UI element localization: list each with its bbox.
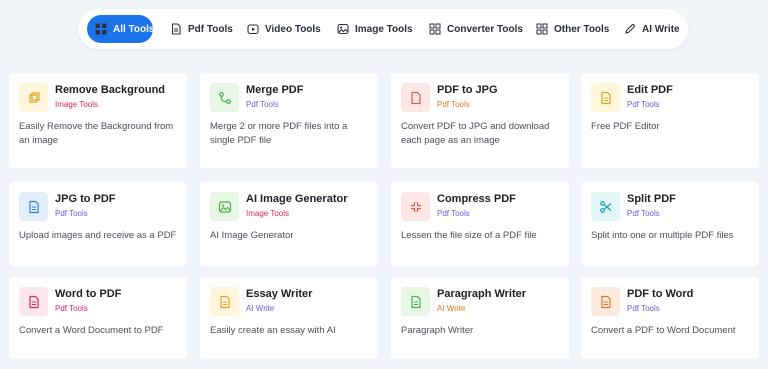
card-category: Pdf Tools [437, 209, 470, 218]
tool-card-compress-pdf[interactable]: Compress PDF Pdf Tools Lessen the file s… [391, 182, 569, 266]
card-title: Compress PDF [437, 193, 516, 205]
document-icon [210, 287, 239, 316]
crop-icon [19, 83, 48, 112]
card-description: Easily create an essay with AI [210, 325, 336, 336]
tool-card-paragraph-writer[interactable]: Paragraph Writer AI Write Paragraph Writ… [391, 277, 569, 359]
tool-card-essay-writer[interactable]: Essay Writer AI Write Easily create an e… [200, 277, 378, 359]
card-title: Paragraph Writer [437, 288, 527, 300]
card-title: PDF to Word [627, 288, 694, 300]
card-description: Lessen the file size of a PDF file [401, 230, 537, 241]
card-description: Paragraph Writer [401, 325, 474, 336]
tool-card-ai-image-generator[interactable]: AI Image Generator Image Tools AI Image … [200, 182, 378, 266]
card-title: Remove Background [55, 84, 166, 96]
card-description: AI Image Generator [210, 230, 294, 241]
tool-card-jpg-to-pdf[interactable]: JPG to PDF Pdf Tools Upload images and r… [9, 182, 187, 266]
card-title: Essay Writer [246, 288, 313, 300]
scissors-icon [591, 192, 620, 221]
document-icon [591, 287, 620, 316]
card-category: Pdf Tools [55, 209, 88, 218]
tab-pdf-tools[interactable]: Pdf Tools [170, 15, 233, 43]
card-description: Easily Remove the Background from an ima… [19, 121, 174, 146]
card-title: Merge PDF [246, 84, 304, 96]
card-category: Pdf Tools [627, 304, 660, 313]
video-icon [247, 23, 259, 35]
document-icon [591, 83, 620, 112]
card-title: Split PDF [627, 193, 676, 205]
tab-converter-tools[interactable]: Converter Tools [429, 15, 523, 43]
card-category: Pdf Tools [437, 100, 470, 109]
image-icon [337, 23, 349, 35]
tool-category-tabs: All Tools Pdf Tools Video Tools Image To… [78, 9, 688, 49]
tab-label: Video Tools [265, 23, 321, 35]
card-category: Pdf Tools [627, 100, 660, 109]
tool-card-word-to-pdf[interactable]: Word to PDF Pdf Tools Convert a Word Doc… [9, 277, 187, 359]
tab-other-tools[interactable]: Other Tools [536, 15, 609, 43]
document-icon [401, 287, 430, 316]
tab-label: Pdf Tools [188, 23, 233, 35]
card-description: Convert a PDF to Word Document [591, 325, 736, 336]
tool-card-remove-background[interactable]: Remove Background Image Tools Easily Rem… [9, 73, 187, 168]
card-description: Free PDF Editor [591, 121, 660, 132]
card-category: Pdf Tools [627, 209, 660, 218]
tab-label: AI Write [642, 23, 680, 35]
tab-label: Image Tools [355, 23, 413, 35]
tab-label: Other Tools [554, 23, 610, 35]
card-title: AI Image Generator [246, 193, 348, 205]
tool-card-edit-pdf[interactable]: Edit PDF Pdf Tools Free PDF Editor [581, 73, 759, 168]
card-title: Word to PDF [55, 288, 122, 300]
tool-card-split-pdf[interactable]: Split PDF Pdf Tools Split into one or mu… [581, 182, 759, 266]
tab-label: Converter Tools [447, 23, 523, 35]
pdf-icon [170, 23, 182, 35]
document-icon [401, 83, 430, 112]
card-category: Pdf Tools [246, 100, 279, 109]
document-icon [19, 287, 48, 316]
card-description: Upload images and receive as a PDF [19, 230, 177, 241]
card-category: AI Write [246, 304, 275, 313]
tab-label: All Tools [113, 23, 155, 35]
document-icon [19, 192, 48, 221]
pen-icon [624, 23, 636, 35]
grid-icon [536, 23, 548, 35]
card-category: Image Tools [246, 209, 289, 218]
tab-image-tools[interactable]: Image Tools [337, 15, 413, 43]
tab-all-tools[interactable]: All Tools [87, 15, 155, 43]
card-category: AI Write [437, 304, 466, 313]
tool-card-pdf-to-jpg[interactable]: PDF to JPG Pdf Tools Convert PDF to JPG … [391, 73, 569, 168]
merge-icon [210, 83, 239, 112]
card-title: JPG to PDF [55, 193, 116, 205]
image-icon [210, 192, 239, 221]
tool-card-pdf-to-word[interactable]: PDF to Word Pdf Tools Convert a PDF to W… [581, 277, 759, 359]
tab-video-tools[interactable]: Video Tools [247, 15, 321, 43]
tab-ai-write[interactable]: AI Write [624, 15, 680, 43]
card-description: Convert PDF to JPG and download each pag… [401, 121, 550, 146]
card-description: Convert a Word Document to PDF [19, 325, 164, 336]
card-title: Edit PDF [627, 84, 673, 96]
card-description: Merge 2 or more PDF files into a single … [210, 121, 348, 146]
grid-icon [429, 23, 441, 35]
card-category: Image Tools [55, 100, 98, 109]
card-description: Split into one or multiple PDF files [591, 230, 734, 241]
tool-card-merge-pdf[interactable]: Merge PDF Pdf Tools Merge 2 or more PDF … [200, 73, 378, 168]
grid-icon [95, 23, 107, 35]
card-title: PDF to JPG [437, 84, 498, 96]
compress-icon [401, 192, 430, 221]
card-category: Pdf Tools [55, 304, 88, 313]
